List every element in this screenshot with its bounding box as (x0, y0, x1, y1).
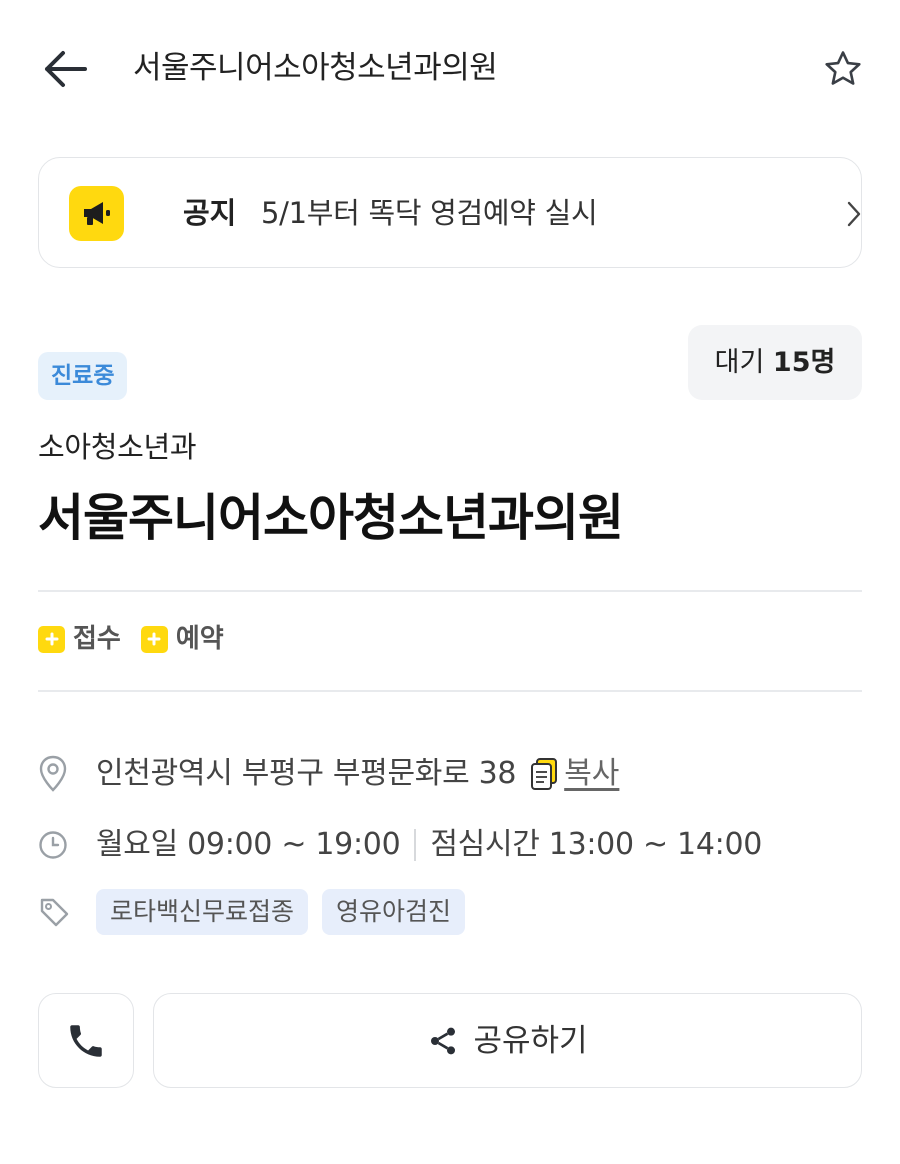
wait-label: 대기 (714, 347, 765, 378)
keyword-chip[interactable]: 로타백신무료접종 (96, 889, 309, 935)
service-tag-reservation: 예약 (140, 621, 224, 657)
favorite-button[interactable] (818, 44, 868, 94)
megaphone-icon (69, 186, 124, 241)
keywords-row: 로타백신무료접종 영유아검진 (38, 889, 479, 935)
chevron-right-icon (839, 196, 869, 232)
plus-box-icon (140, 625, 168, 653)
hours-row: 월요일 09:00 ~ 19:00 점심시간 13:00 ~ 14:00 (38, 823, 762, 867)
service-tags: 접수 예약 (38, 621, 224, 657)
address-row: 인천광역시 부평구 부평문화로 38 복사 (38, 752, 619, 796)
share-label: 공유하기 (473, 1022, 588, 1059)
copy-label: 복사 (564, 756, 620, 791)
share-icon (431, 1027, 456, 1054)
lunch-text: 점심시간 13:00 ~ 14:00 (430, 827, 763, 862)
clinic-category: 소아청소년과 (38, 430, 197, 464)
notice-label: 공지 (183, 196, 237, 230)
phone-icon (70, 1024, 102, 1057)
top-app-bar: 서울주니어소아청소년과의원 (0, 0, 900, 135)
divider (38, 590, 862, 592)
header-title: 서울주니어소아청소년과의원 (133, 50, 498, 86)
keyword-chip[interactable]: 영유아검진 (322, 889, 466, 935)
clinic-name: 서울주니어소아청소년과의원 (38, 489, 624, 547)
share-button[interactable]: 공유하기 (153, 993, 862, 1088)
call-button[interactable] (38, 993, 134, 1088)
wait-count: 15명 (772, 347, 836, 378)
notice-banner[interactable]: 공지 5/1부터 똑닥 영검예약 실시 (38, 157, 862, 268)
status-badge: 진료중 (38, 352, 128, 400)
star-outline-icon (825, 51, 861, 85)
hours-text: 월요일 09:00 ~ 19:00 (96, 827, 401, 862)
address-text: 인천광역시 부평구 부평문화로 38 (96, 756, 517, 791)
arrow-left-icon (45, 51, 87, 87)
tag-icon (38, 890, 84, 934)
divider (38, 690, 862, 692)
back-button[interactable] (38, 42, 92, 96)
location-pin-icon (38, 752, 84, 796)
service-label: 접수 (73, 624, 121, 654)
service-label: 예약 (175, 624, 224, 654)
copy-address-button[interactable]: 복사 (530, 754, 619, 794)
service-tag-reception: 접수 (38, 621, 121, 657)
divider (414, 829, 417, 861)
clock-icon (38, 823, 84, 867)
wait-count-box: 대기 15명 (688, 325, 862, 400)
copy-document-icon (531, 758, 558, 790)
plus-box-icon (38, 625, 65, 653)
notice-text: 5/1부터 똑닥 영검예약 실시 (261, 196, 598, 230)
